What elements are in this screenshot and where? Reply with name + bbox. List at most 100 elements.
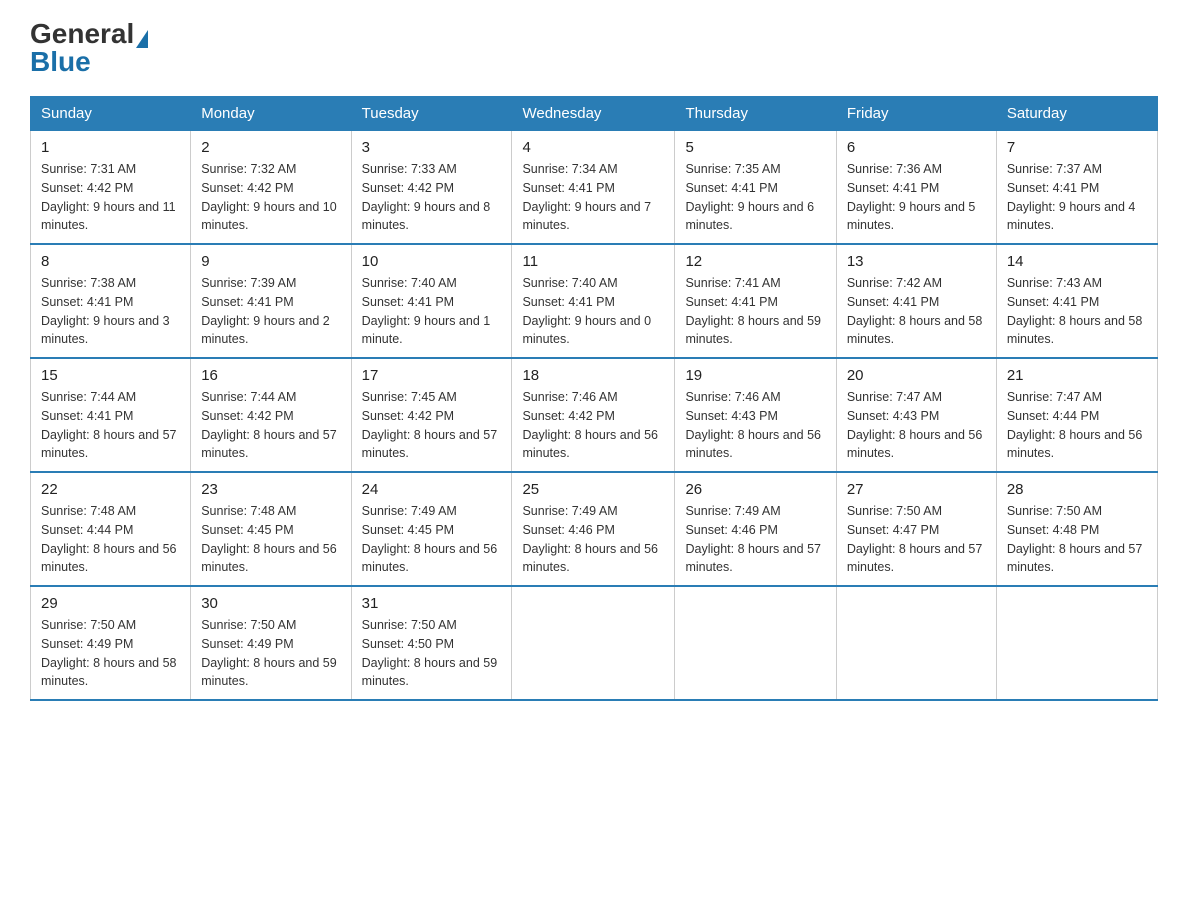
day-info: Sunrise: 7:50 AMSunset: 4:47 PMDaylight:… — [847, 502, 986, 577]
day-number: 10 — [362, 253, 502, 270]
day-info: Sunrise: 7:44 AMSunset: 4:42 PMDaylight:… — [201, 388, 340, 463]
day-info: Sunrise: 7:48 AMSunset: 4:45 PMDaylight:… — [201, 502, 340, 577]
calendar-cell: 2 Sunrise: 7:32 AMSunset: 4:42 PMDaylight… — [191, 131, 351, 245]
day-number: 7 — [1007, 139, 1147, 156]
col-wednesday: Wednesday — [512, 97, 675, 131]
day-number: 27 — [847, 481, 986, 498]
calendar-cell — [996, 586, 1157, 700]
day-number: 11 — [522, 253, 664, 270]
calendar-cell: 23 Sunrise: 7:48 AMSunset: 4:45 PMDayligh… — [191, 472, 351, 586]
calendar-cell: 16 Sunrise: 7:44 AMSunset: 4:42 PMDayligh… — [191, 358, 351, 472]
calendar-cell: 9Sunrise: 7:39 AMSunset: 4:41 PMDaylight… — [191, 244, 351, 358]
calendar-cell: 10 Sunrise: 7:40 AMSunset: 4:41 PMDayligh… — [351, 244, 512, 358]
calendar-cell: 15Sunrise: 7:44 AMSunset: 4:41 PMDayligh… — [31, 358, 191, 472]
calendar-cell — [512, 586, 675, 700]
calendar-table: Sunday Monday Tuesday Wednesday Thursday… — [30, 96, 1158, 701]
logo-blue-text: Blue — [30, 48, 91, 76]
calendar-cell: 17 Sunrise: 7:45 AMSunset: 4:42 PMDayligh… — [351, 358, 512, 472]
day-number: 3 — [362, 139, 502, 156]
calendar-week-row: 22Sunrise: 7:48 AMSunset: 4:44 PMDayligh… — [31, 472, 1158, 586]
day-number: 1 — [41, 139, 180, 156]
col-saturday: Saturday — [996, 97, 1157, 131]
day-number: 24 — [362, 481, 502, 498]
day-info: Sunrise: 7:36 AMSunset: 4:41 PMDaylight:… — [847, 160, 986, 235]
logo-general-text: General — [30, 20, 134, 48]
day-number: 21 — [1007, 367, 1147, 384]
calendar-cell: 21 Sunrise: 7:47 AMSunset: 4:44 PMDayligh… — [996, 358, 1157, 472]
calendar-cell — [836, 586, 996, 700]
day-number: 29 — [41, 595, 180, 612]
calendar-cell: 27 Sunrise: 7:50 AMSunset: 4:47 PMDayligh… — [836, 472, 996, 586]
day-number: 25 — [522, 481, 664, 498]
day-info: Sunrise: 7:40 AMSunset: 4:41 PMDaylight:… — [362, 274, 502, 349]
calendar-cell: 14Sunrise: 7:43 AMSunset: 4:41 PMDayligh… — [996, 244, 1157, 358]
calendar-cell: 25 Sunrise: 7:49 AMSunset: 4:46 PMDayligh… — [512, 472, 675, 586]
calendar-cell: 29 Sunrise: 7:50 AMSunset: 4:49 PMDayligh… — [31, 586, 191, 700]
calendar-cell: 7 Sunrise: 7:37 AMSunset: 4:41 PMDaylight… — [996, 131, 1157, 245]
calendar-body: 1Sunrise: 7:31 AMSunset: 4:42 PMDaylight… — [31, 131, 1158, 701]
calendar-week-row: 1Sunrise: 7:31 AMSunset: 4:42 PMDaylight… — [31, 131, 1158, 245]
calendar-cell: 19Sunrise: 7:46 AMSunset: 4:43 PMDayligh… — [675, 358, 836, 472]
day-number: 12 — [685, 253, 825, 270]
day-info: Sunrise: 7:50 AMSunset: 4:49 PMDaylight:… — [201, 616, 340, 691]
col-tuesday: Tuesday — [351, 97, 512, 131]
day-info: Sunrise: 7:49 AMSunset: 4:46 PMDaylight:… — [685, 502, 825, 577]
day-number: 16 — [201, 367, 340, 384]
calendar-week-row: 15Sunrise: 7:44 AMSunset: 4:41 PMDayligh… — [31, 358, 1158, 472]
col-thursday: Thursday — [675, 97, 836, 131]
day-info: Sunrise: 7:47 AMSunset: 4:44 PMDaylight:… — [1007, 388, 1147, 463]
day-number: 9 — [201, 253, 340, 270]
header-row: Sunday Monday Tuesday Wednesday Thursday… — [31, 97, 1158, 131]
day-number: 18 — [522, 367, 664, 384]
calendar-cell: 24Sunrise: 7:49 AMSunset: 4:45 PMDayligh… — [351, 472, 512, 586]
day-info: Sunrise: 7:35 AMSunset: 4:41 PMDaylight:… — [685, 160, 825, 235]
calendar-cell: 26 Sunrise: 7:49 AMSunset: 4:46 PMDayligh… — [675, 472, 836, 586]
day-info: Sunrise: 7:34 AMSunset: 4:41 PMDaylight:… — [522, 160, 664, 235]
day-info: Sunrise: 7:32 AMSunset: 4:42 PMDaylight:… — [201, 160, 340, 235]
day-number: 19 — [685, 367, 825, 384]
day-number: 13 — [847, 253, 986, 270]
day-number: 17 — [362, 367, 502, 384]
col-friday: Friday — [836, 97, 996, 131]
calendar-cell: 30Sunrise: 7:50 AMSunset: 4:49 PMDayligh… — [191, 586, 351, 700]
day-number: 15 — [41, 367, 180, 384]
day-info: Sunrise: 7:41 AMSunset: 4:41 PMDaylight:… — [685, 274, 825, 349]
calendar-cell: 13 Sunrise: 7:42 AMSunset: 4:41 PMDayligh… — [836, 244, 996, 358]
day-info: Sunrise: 7:33 AMSunset: 4:42 PMDaylight:… — [362, 160, 502, 235]
calendar-cell: 20Sunrise: 7:47 AMSunset: 4:43 PMDayligh… — [836, 358, 996, 472]
col-sunday: Sunday — [31, 97, 191, 131]
day-info: Sunrise: 7:49 AMSunset: 4:46 PMDaylight:… — [522, 502, 664, 577]
calendar-cell: 4Sunrise: 7:34 AMSunset: 4:41 PMDaylight… — [512, 131, 675, 245]
calendar-header: Sunday Monday Tuesday Wednesday Thursday… — [31, 97, 1158, 131]
calendar-cell: 1Sunrise: 7:31 AMSunset: 4:42 PMDaylight… — [31, 131, 191, 245]
day-info: Sunrise: 7:38 AMSunset: 4:41 PMDaylight:… — [41, 274, 180, 349]
day-number: 5 — [685, 139, 825, 156]
calendar-cell: 18Sunrise: 7:46 AMSunset: 4:42 PMDayligh… — [512, 358, 675, 472]
day-info: Sunrise: 7:50 AMSunset: 4:50 PMDaylight:… — [362, 616, 502, 691]
day-number: 26 — [685, 481, 825, 498]
calendar-week-row: 29 Sunrise: 7:50 AMSunset: 4:49 PMDayligh… — [31, 586, 1158, 700]
calendar-week-row: 8Sunrise: 7:38 AMSunset: 4:41 PMDaylight… — [31, 244, 1158, 358]
col-monday: Monday — [191, 97, 351, 131]
calendar-cell: 28 Sunrise: 7:50 AMSunset: 4:48 PMDayligh… — [996, 472, 1157, 586]
calendar-cell: 8Sunrise: 7:38 AMSunset: 4:41 PMDaylight… — [31, 244, 191, 358]
day-info: Sunrise: 7:37 AMSunset: 4:41 PMDaylight:… — [1007, 160, 1147, 235]
day-number: 2 — [201, 139, 340, 156]
day-info: Sunrise: 7:42 AMSunset: 4:41 PMDaylight:… — [847, 274, 986, 349]
logo: General Blue — [30, 20, 148, 76]
day-info: Sunrise: 7:45 AMSunset: 4:42 PMDaylight:… — [362, 388, 502, 463]
calendar-cell: 6 Sunrise: 7:36 AMSunset: 4:41 PMDaylight… — [836, 131, 996, 245]
logo-triangle-icon — [136, 30, 148, 48]
day-number: 28 — [1007, 481, 1147, 498]
page-header: General Blue — [30, 20, 1158, 76]
day-info: Sunrise: 7:50 AMSunset: 4:49 PMDaylight:… — [41, 616, 180, 691]
day-number: 31 — [362, 595, 502, 612]
day-info: Sunrise: 7:50 AMSunset: 4:48 PMDaylight:… — [1007, 502, 1147, 577]
day-number: 14 — [1007, 253, 1147, 270]
day-number: 6 — [847, 139, 986, 156]
calendar-cell: 3 Sunrise: 7:33 AMSunset: 4:42 PMDaylight… — [351, 131, 512, 245]
day-info: Sunrise: 7:40 AMSunset: 4:41 PMDaylight:… — [522, 274, 664, 349]
day-number: 23 — [201, 481, 340, 498]
calendar-cell: 5 Sunrise: 7:35 AMSunset: 4:41 PMDaylight… — [675, 131, 836, 245]
day-info: Sunrise: 7:48 AMSunset: 4:44 PMDaylight:… — [41, 502, 180, 577]
